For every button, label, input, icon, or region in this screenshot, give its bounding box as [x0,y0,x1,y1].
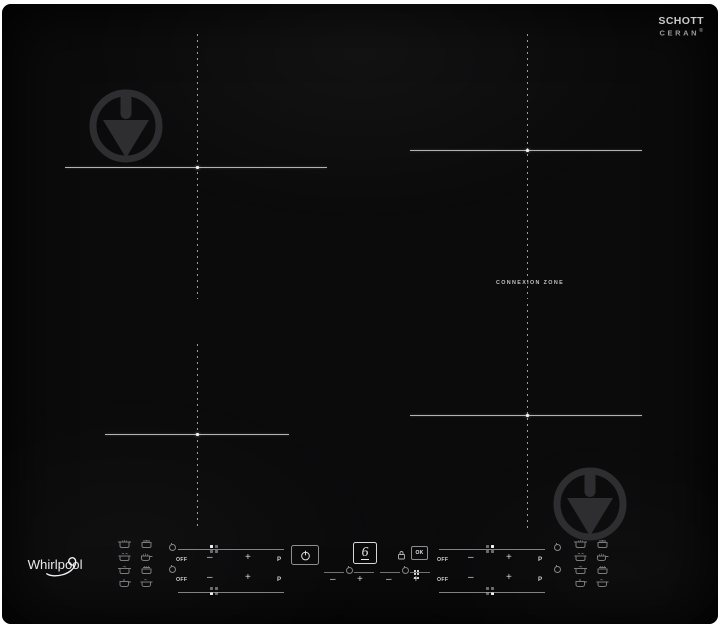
zone-center-point [196,433,199,436]
slider-boost-button[interactable]: P [538,556,542,563]
slider-track[interactable] [439,592,545,593]
zone-indicator-icon [554,564,561,573]
slider-plus-button[interactable]: + [506,553,512,563]
zone-center-point [196,166,199,169]
power-icon [300,550,310,560]
function-icon-grid-left [116,538,154,590]
sixth-sense-display[interactable]: 6 [353,542,377,564]
whirlpool-logo: Whirlpool [26,553,102,582]
induction-symbol-icon [553,467,627,541]
timer-rule-left [324,572,344,573]
key-lock-icon [398,551,405,560]
pan-stirfry-icon[interactable] [118,575,131,593]
timer-minus-button[interactable]: – [386,575,392,585]
slider-plus-button[interactable]: + [245,573,251,583]
sixth-sense-value: 6 [360,544,370,560]
pan-stirfry-icon[interactable] [574,575,587,593]
slider-minus-button[interactable]: – [207,553,213,563]
schott-ceran-logo: SCHOTT CERAN® [658,16,704,37]
timer-rule-left [380,572,400,573]
slider-level-display [486,545,494,553]
timer-minus-button[interactable]: – [330,575,336,585]
registered-mark: ® [699,27,703,34]
screenshot-root: SCHOTT CERAN® CONNEXION ZONE Whirlpool O… [0,0,720,628]
numeric-keypad-icon[interactable] [414,570,420,579]
zone-indicator-icon [169,542,176,551]
pan-keep-warm-icon[interactable] [596,575,609,593]
slider-track[interactable] [178,549,284,550]
slider-boost-button[interactable]: P [277,556,281,563]
slider-track[interactable] [178,592,284,593]
slider-boost-button[interactable]: P [538,576,542,583]
slider-off-label[interactable]: OFF [437,557,448,563]
zone-center-point [526,414,529,417]
timer-rule-right [410,572,430,573]
slider-minus-button[interactable]: – [468,553,474,563]
zone-center-point [526,149,529,152]
slider-off-label[interactable]: OFF [176,577,187,583]
slider-boost-button[interactable]: P [277,576,281,583]
slider-off-label[interactable]: OFF [437,577,448,583]
schott-wordmark: SCHOTT [658,15,704,27]
slider-minus-button[interactable]: – [207,573,213,583]
pan-keep-warm-icon[interactable] [140,575,153,593]
slider-level-display [210,587,218,595]
induction-cooktop-surface: SCHOTT CERAN® CONNEXION ZONE Whirlpool O… [2,4,718,624]
zone-vertical-dotted-line [197,344,198,529]
slider-level-display [486,587,494,595]
induction-watermark-bottom-right [548,460,632,549]
whirlpool-wordmark-icon: Whirlpool [28,557,83,577]
zone-indicator-icon [169,564,176,573]
connexion-zone-label: CONNEXION ZONE [496,280,565,286]
induction-symbol-icon [89,89,163,163]
slider-plus-button[interactable]: + [506,573,512,583]
slider-minus-button[interactable]: – [468,573,474,583]
induction-watermark-top-left [84,82,168,171]
ok-button[interactable]: OK [411,546,428,560]
power-button[interactable] [291,545,319,565]
slider-off-label[interactable]: OFF [176,557,187,563]
timer-plus-button[interactable]: + [357,575,363,585]
zone-vertical-dotted-line [527,34,528,299]
slider-plus-button[interactable]: + [245,553,251,563]
timer-icon [402,565,409,574]
ceran-wordmark: CERAN® [659,27,703,37]
timer-rule-right [354,572,374,573]
timer-icon [346,565,353,574]
key-lock-indicator[interactable] [397,547,406,565]
